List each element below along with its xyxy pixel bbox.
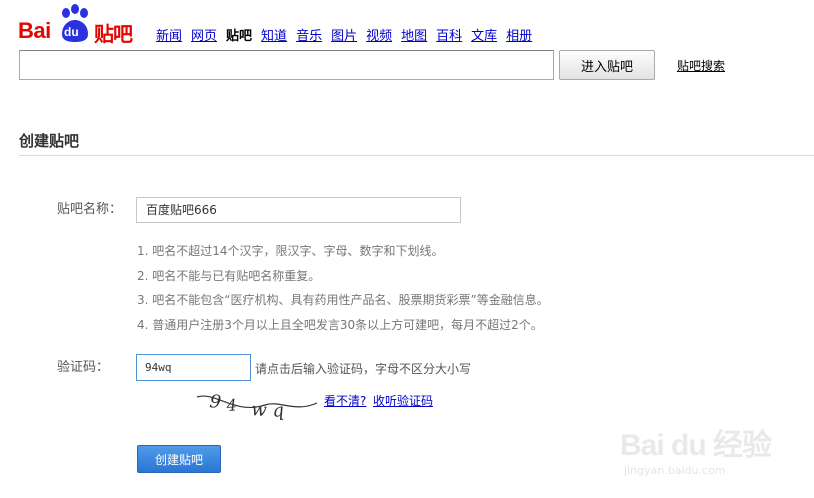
captcha-label: 验证码：	[57, 360, 110, 375]
nav-item-tieba[interactable]: 贴吧	[226, 25, 252, 44]
logo-text-bai: Bai	[18, 18, 51, 43]
captcha-input[interactable]: 94wq	[136, 354, 251, 381]
logo-text-tieba: 贴吧	[94, 22, 133, 46]
nav-item-web[interactable]: 网页	[191, 25, 217, 44]
top-nav: 新闻 网页 贴吧 知道 音乐 图片 视频 地图 百科 文库 相册	[156, 25, 532, 44]
create-tieba-button[interactable]: 创建贴吧	[137, 445, 221, 473]
watermark-text: Bai du 经验	[620, 429, 772, 462]
svg-text:w: w	[251, 399, 268, 421]
enter-tieba-button[interactable]: 进入贴吧	[559, 50, 655, 80]
tieba-name-label: 贴吧名称：	[57, 202, 123, 217]
page-title: 创建贴吧	[19, 132, 80, 150]
tieba-name-input[interactable]: 百度贴吧666	[136, 197, 461, 223]
listen-captcha-link[interactable]: 收听验证码	[373, 392, 433, 409]
nav-item-album[interactable]: 相册	[506, 25, 532, 44]
section-divider	[19, 155, 814, 156]
rule-item: 4. 普通用户注册3个月以上且全吧发言30条以上方可建吧，每月不超过2个。	[137, 317, 543, 332]
rule-item: 2. 吧名不能与已有贴吧名称重复。	[137, 268, 321, 283]
watermark: Bai du 经验 jingyan.baidu.com	[620, 420, 810, 490]
captcha-hint: 请点击后输入验证码，字母不区分大小写	[255, 362, 472, 376]
nav-item-zhidao[interactable]: 知道	[261, 25, 287, 44]
tieba-search-input[interactable]	[19, 50, 554, 80]
naming-rules-list: 1. 吧名不超过14个汉字，限汉字、字母、数字和下划线。 2. 吧名不能与已有贴…	[137, 242, 549, 340]
svg-text:9: 9	[208, 391, 222, 413]
tieba-search-link[interactable]: 贴吧搜索	[677, 57, 725, 74]
svg-text:4: 4	[225, 395, 237, 415]
captcha-image[interactable]: 9 4 w q	[195, 385, 320, 425]
rule-item: 3. 吧名不能包含“医疗机构、具有药用性产品名、股票期货彩票”等金融信息。	[137, 293, 549, 307]
nav-item-wenku[interactable]: 文库	[471, 25, 497, 44]
baidu-tieba-logo[interactable]: Bai du 贴吧	[18, 4, 140, 46]
nav-item-news[interactable]: 新闻	[156, 25, 182, 44]
nav-item-music[interactable]: 音乐	[296, 25, 322, 44]
nav-item-baike[interactable]: 百科	[436, 25, 462, 44]
nav-item-video[interactable]: 视频	[366, 25, 392, 44]
rule-item: 1. 吧名不超过14个汉字，限汉字、字母、数字和下划线。	[137, 244, 444, 258]
nav-item-images[interactable]: 图片	[331, 25, 357, 44]
refresh-captcha-link[interactable]: 看不清?	[324, 392, 366, 409]
logo-text-du: du	[64, 25, 79, 39]
svg-text:q: q	[271, 400, 285, 422]
watermark-url: jingyan.baidu.com	[624, 464, 726, 477]
nav-item-map[interactable]: 地图	[401, 25, 427, 44]
